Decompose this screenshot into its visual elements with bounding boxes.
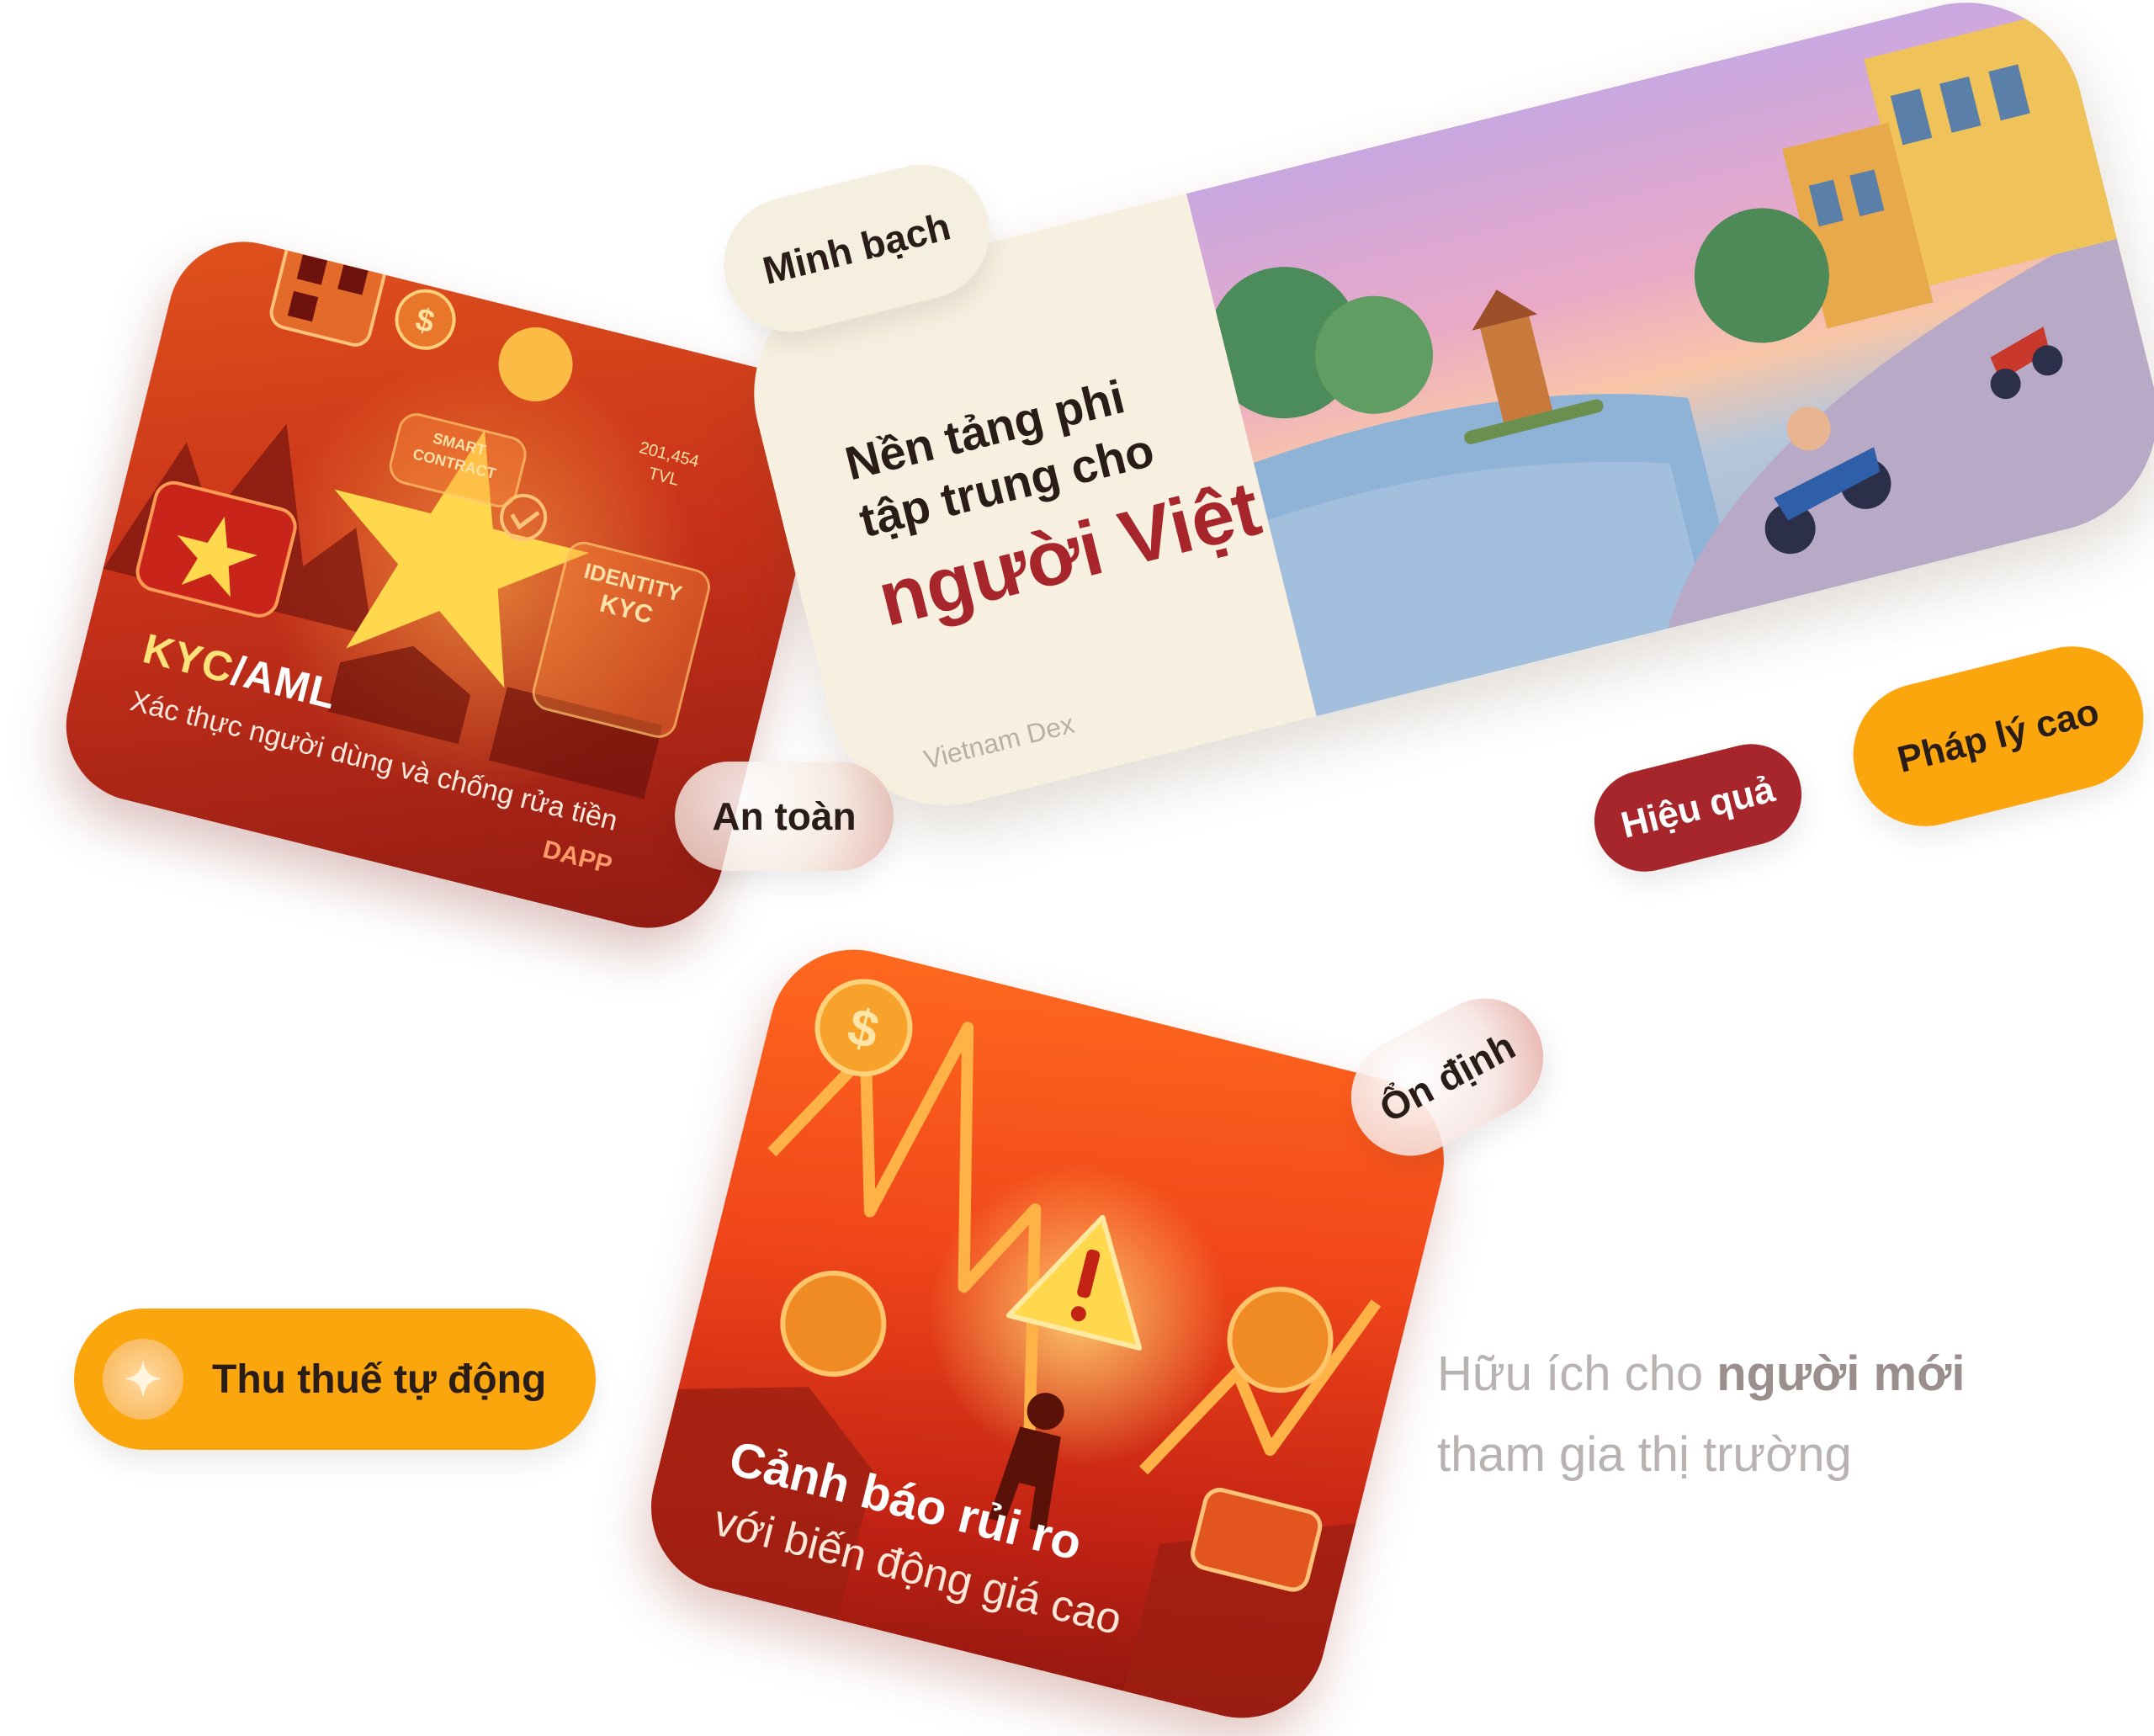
pill-phap-ly-cao[interactable]: Pháp lý cao [1838, 631, 2154, 841]
pill-thu-thue[interactable]: ✦ Thu thuế tự động [74, 1309, 596, 1450]
tagline-bold: người mới [1716, 1346, 1966, 1401]
tagline: Hữu ích cho người mới tham gia thị trườn… [1437, 1334, 2127, 1495]
hanoi-scene-svg [1208, 10, 2154, 716]
tagline-part-1: Hữu ích cho [1437, 1346, 1717, 1401]
pill-an-toan[interactable]: An toàn [675, 762, 894, 871]
hanoi-scene-illustration [1186, 0, 2154, 716]
tagline-part-2: tham gia thị trường [1437, 1427, 1852, 1482]
pill-thu-thue-label: Thu thuế tự động [212, 1356, 547, 1402]
brand-label: Vietnam Dex [920, 708, 1078, 775]
risk-warning-card[interactable]: $ Cảnh báo rủi ro với biến động giá cao [633, 932, 1462, 1736]
sparkle-icon: ✦ [103, 1339, 183, 1420]
pill-hieu-qua[interactable]: Hiệu quả [1584, 733, 1812, 883]
